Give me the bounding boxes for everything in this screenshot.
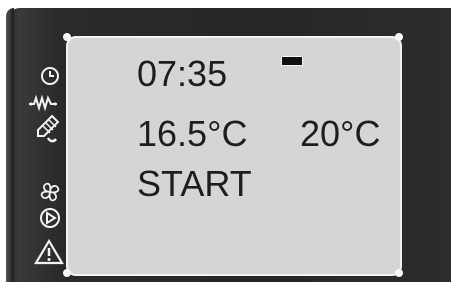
time-display: 07:35: [137, 53, 228, 94]
lcd-screen: 07:35 16.5°C 20°C START: [66, 36, 402, 276]
lcd-corner: [395, 269, 403, 277]
clock-icon: [38, 64, 62, 88]
status-segment: [281, 56, 303, 66]
bezel-edge: [6, 8, 14, 282]
current-temperature: 16.5°C: [137, 113, 248, 154]
play-icon: [38, 206, 62, 230]
fan-icon: [38, 180, 62, 204]
set-temperature: 20°C: [300, 113, 381, 154]
thermostat-device: 07:35 16.5°C 20°C START: [0, 0, 451, 282]
lcd-corner: [395, 33, 403, 41]
heating-icon: [28, 90, 58, 114]
lcd-corner: [63, 269, 71, 277]
glove-icon: [34, 114, 62, 144]
status-text: START: [137, 163, 252, 204]
lcd-corner: [63, 33, 71, 41]
warning-icon: [34, 238, 64, 266]
